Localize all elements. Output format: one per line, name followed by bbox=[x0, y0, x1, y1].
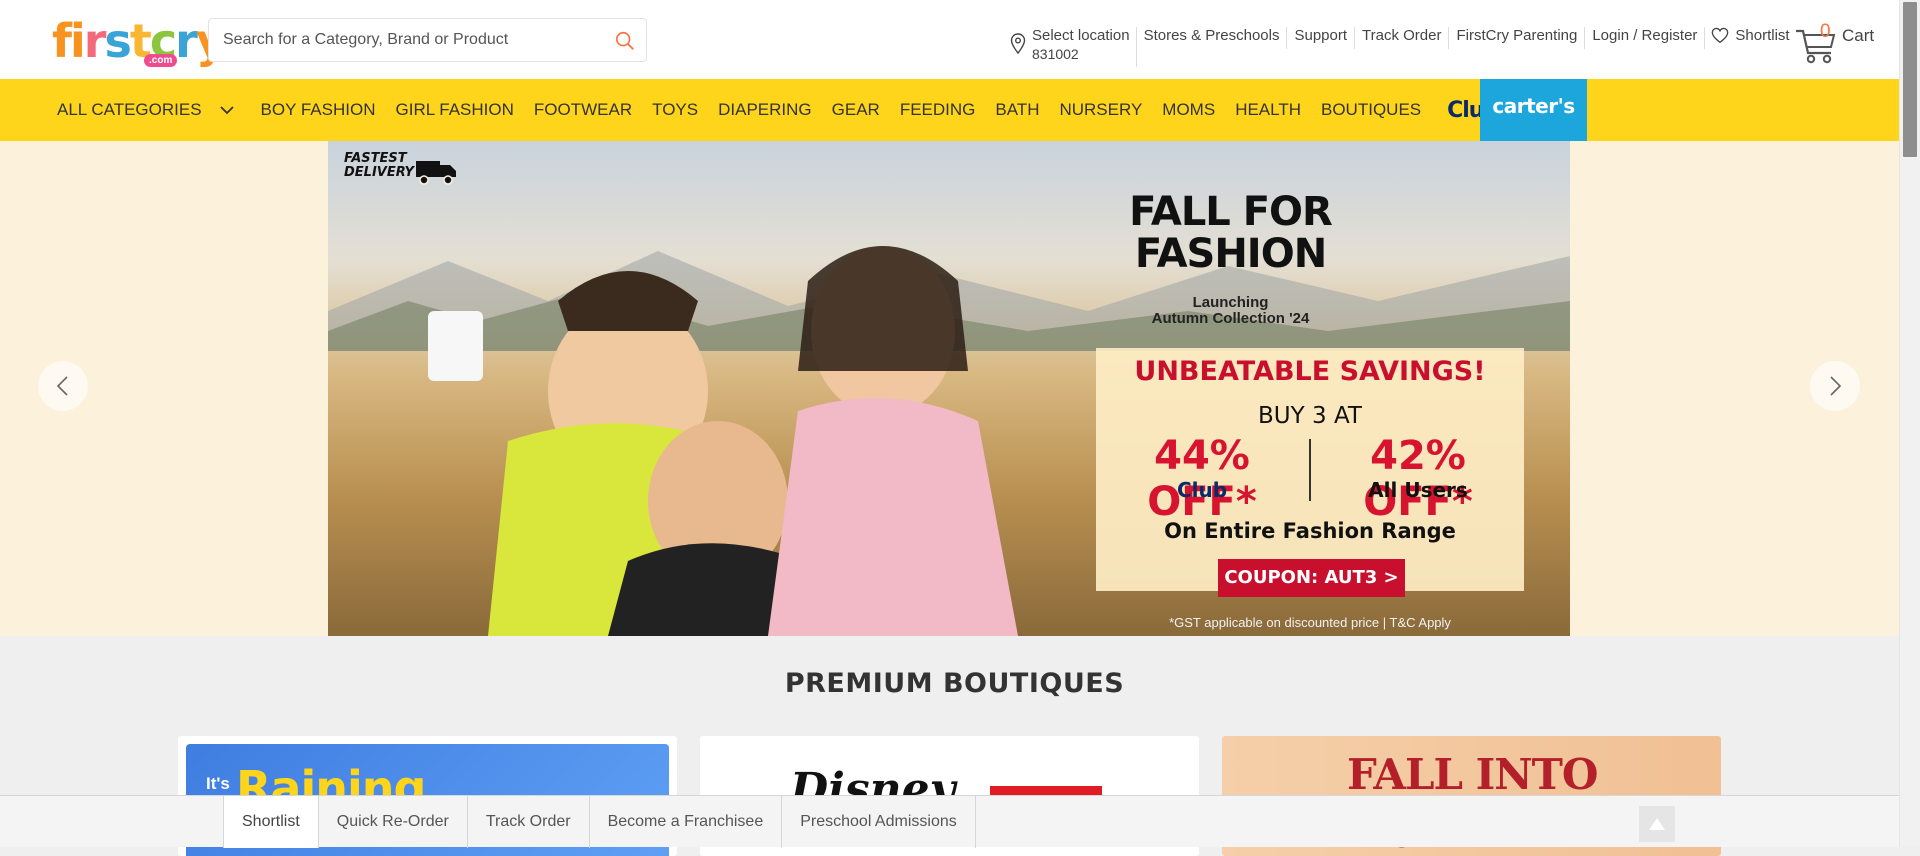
logo-com-badge: .com bbox=[144, 54, 178, 67]
section-title-premium-boutiques: PREMIUM BOUTIQUES bbox=[784, 668, 1125, 699]
fastest-delivery-badge: FASTEST DELIVERY bbox=[344, 152, 414, 180]
heart-icon bbox=[1712, 27, 1729, 44]
shortlist-link[interactable]: Shortlist bbox=[1705, 27, 1790, 45]
nav-gear[interactable]: GEAR bbox=[832, 100, 880, 120]
promo-headline: UNBEATABLE SAVINGS! bbox=[1134, 356, 1486, 387]
nav-moms[interactable]: MOMS bbox=[1162, 100, 1215, 120]
coupon-button[interactable]: COUPON: AUT3 > bbox=[1218, 559, 1405, 597]
search-icon[interactable] bbox=[614, 30, 636, 52]
hero-banner[interactable]: FASTEST DELIVERY FALL FOR FASHION Launch… bbox=[328, 141, 1570, 636]
nav-nursery[interactable]: NURSERY bbox=[1059, 100, 1142, 120]
firstcry-logo[interactable]: firstcry .com bbox=[52, 17, 226, 71]
link-track-order[interactable]: Track Order bbox=[1355, 27, 1450, 49]
banner-title-line2: FASHION bbox=[1134, 231, 1327, 277]
bottom-link-track-order[interactable]: Track Order bbox=[468, 796, 590, 848]
link-stores-preschools[interactable]: Stores & Preschools bbox=[1144, 27, 1288, 49]
banner-disclaimer: *GST applicable on discounted price | T&… bbox=[1169, 615, 1451, 630]
shortlist-label: Shortlist bbox=[1735, 27, 1790, 44]
promo-range-text: On Entire Fashion Range bbox=[1164, 519, 1456, 543]
nav-bath[interactable]: BATH bbox=[995, 100, 1039, 120]
cart-button[interactable]: 0 Cart bbox=[1795, 21, 1885, 64]
banner-subtitle: Launching Autumn Collection '24 bbox=[1118, 295, 1343, 327]
nav-boy-fashion[interactable]: BOY FASHION bbox=[261, 100, 376, 120]
nav-footwear[interactable]: FOOTWEAR bbox=[534, 100, 632, 120]
cart-icon bbox=[1796, 29, 1836, 64]
site-header: firstcry .com Select location 831002 Sto… bbox=[0, 0, 1899, 79]
cart-label: Cart bbox=[1842, 26, 1875, 45]
bottom-link-franchisee[interactable]: Become a Franchisee bbox=[590, 796, 783, 848]
delivery-text: DELIVERY bbox=[344, 165, 414, 180]
nav-diapering[interactable]: DIAPERING bbox=[718, 100, 812, 120]
offer-club-label: Club bbox=[1176, 478, 1228, 502]
nav-girl-fashion[interactable]: GIRL FASHION bbox=[396, 100, 514, 120]
category-nav: ALL CATEGORIES BOY FASHION GIRL FASHION … bbox=[0, 79, 1899, 141]
search-input[interactable] bbox=[223, 19, 603, 61]
chevron-left-icon bbox=[56, 376, 68, 396]
link-firstcry-parenting[interactable]: FirstCry Parenting bbox=[1449, 27, 1586, 49]
banner-subtitle-line2: Autumn Collection '24 bbox=[1151, 310, 1310, 327]
carousel-prev-button[interactable] bbox=[38, 361, 88, 411]
bottom-link-quick-reorder[interactable]: Quick Re-Order bbox=[319, 796, 468, 848]
scrollbar-thumb[interactable] bbox=[1903, 2, 1917, 157]
top-links: Select location 831002 Stores & Preschoo… bbox=[1010, 27, 1790, 67]
kids-photo bbox=[428, 246, 1018, 636]
nav-toys[interactable]: TOYS bbox=[652, 100, 698, 120]
link-login-register[interactable]: Login / Register bbox=[1585, 27, 1706, 49]
carters-logo[interactable]: carter's bbox=[1480, 79, 1587, 141]
carousel-next-button[interactable] bbox=[1810, 361, 1860, 411]
banner-title-line1: FALL FOR bbox=[1129, 189, 1333, 235]
select-location[interactable]: Select location 831002 bbox=[1010, 27, 1137, 67]
banner-title: FALL FOR FASHION bbox=[1118, 191, 1343, 275]
offer-all-users-label: All Users bbox=[1368, 478, 1468, 502]
nav-all-categories[interactable]: ALL CATEGORIES bbox=[57, 100, 234, 120]
chevron-right-icon bbox=[1830, 376, 1842, 396]
offer-divider bbox=[1309, 439, 1311, 501]
bottom-link-preschool-admissions[interactable]: Preschool Admissions bbox=[782, 796, 976, 848]
page-scrollbar[interactable] bbox=[1899, 0, 1920, 847]
location-label: Select location bbox=[1032, 27, 1130, 44]
nav-feeding[interactable]: FEEDING bbox=[900, 100, 976, 120]
nav-health[interactable]: HEALTH bbox=[1235, 100, 1301, 120]
all-categories-label: ALL CATEGORIES bbox=[57, 100, 202, 119]
logo-wordmark: firstcry bbox=[52, 14, 226, 68]
bottom-quick-bar: Shortlist Quick Re-Order Track Order Bec… bbox=[0, 795, 1899, 848]
boutique-card-small-text: It's bbox=[206, 774, 230, 793]
location-zip: 831002 bbox=[1032, 46, 1079, 62]
chevron-down-icon bbox=[219, 106, 234, 115]
truck-icon bbox=[416, 161, 456, 185]
nav-boutiques[interactable]: BOUTIQUES bbox=[1321, 100, 1421, 120]
search-box bbox=[208, 18, 647, 62]
triangle-up-icon bbox=[1649, 818, 1665, 830]
bottom-link-shortlist[interactable]: Shortlist bbox=[223, 796, 319, 848]
cart-count: 0 bbox=[1820, 21, 1831, 42]
location-pin-icon bbox=[1010, 33, 1026, 55]
scroll-to-top-button[interactable] bbox=[1639, 806, 1675, 842]
banner-subtitle-line1: Launching bbox=[1192, 294, 1269, 311]
link-support[interactable]: Support bbox=[1287, 27, 1356, 49]
fastest-text: FASTEST bbox=[344, 151, 407, 166]
promo-buy-text: BUY 3 AT bbox=[1258, 403, 1362, 429]
